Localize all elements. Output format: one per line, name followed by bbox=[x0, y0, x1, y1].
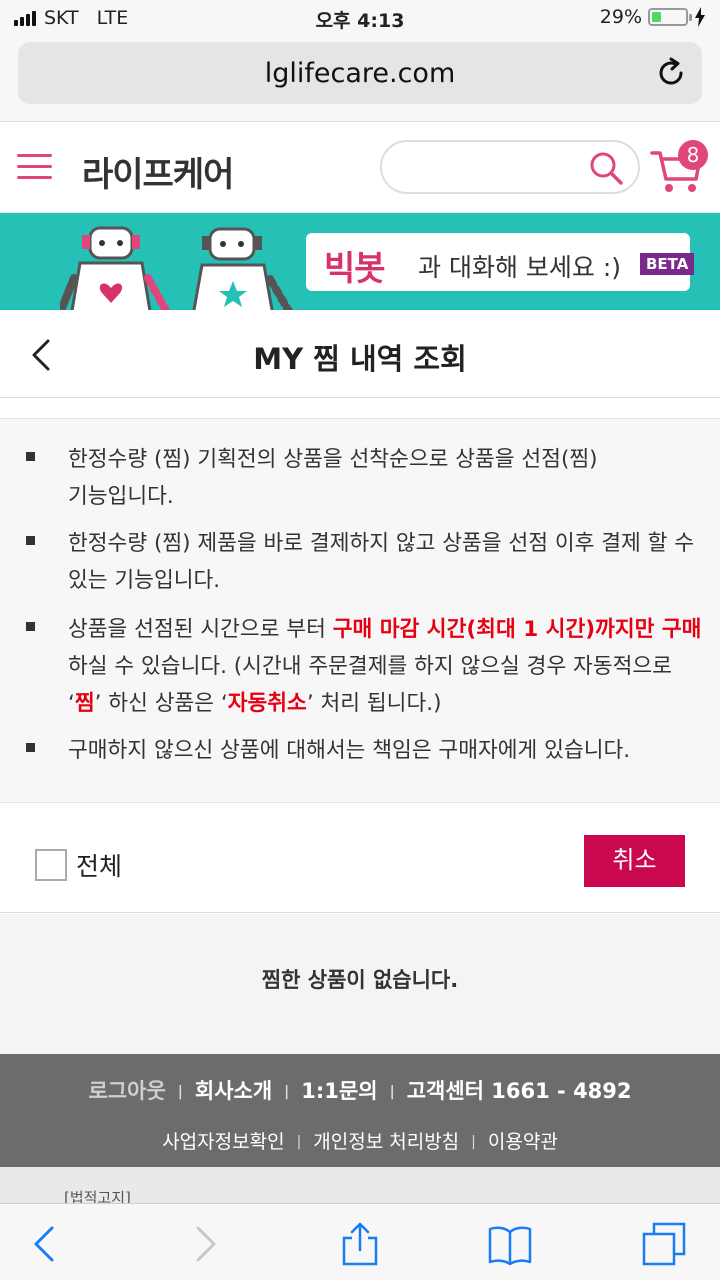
share-icon[interactable] bbox=[336, 1222, 384, 1266]
notice-item: 한정수량 (찜) 기획전의 상품을 선착순으로 상품을 선점(찜) 기능입니다. bbox=[26, 441, 706, 515]
tabs-icon[interactable] bbox=[640, 1222, 688, 1266]
notice-text: 상품을 선점된 시간으로 부터 구매 마감 시간(최대 1 시간)까지만 구매 … bbox=[68, 611, 706, 722]
highlight-auto-cancel: 자동취소 bbox=[227, 691, 307, 716]
status-right: 29% bbox=[600, 6, 706, 28]
notice-text-part: 상품을 선점된 시간으로 부터 bbox=[68, 617, 333, 642]
privacy-link[interactable]: 개인정보 처리방침 bbox=[313, 1131, 459, 1153]
footer-links-primary: 로그아웃 | 회사소개 | 1:1문의 | 고객센터 1661 - 4892 bbox=[0, 1075, 720, 1105]
chatbot-bubble[interactable]: 빅봇 과 대화해 보세요 :) BETA bbox=[306, 233, 695, 291]
about-link[interactable]: 회사소개 bbox=[195, 1079, 272, 1103]
inquiry-link[interactable]: 1:1문의 bbox=[301, 1079, 377, 1103]
site-logo[interactable]: 라이프케어 bbox=[82, 147, 234, 196]
reload-icon[interactable] bbox=[654, 56, 688, 90]
highlight-jjim: 찜 bbox=[74, 691, 95, 716]
browser-toolbar bbox=[0, 1203, 720, 1280]
page-title-bar: MY 찜 내역 조회 bbox=[0, 310, 720, 398]
bullet-icon bbox=[26, 622, 35, 631]
customer-center-link[interactable]: 고객센터 1661 - 4892 bbox=[407, 1079, 632, 1103]
chatbot-name: 빅봇 bbox=[324, 249, 386, 289]
browser-address-area: lglifecare.com bbox=[0, 38, 720, 122]
notice-item: 상품을 선점된 시간으로 부터 구매 마감 시간(최대 1 시간)까지만 구매 … bbox=[26, 611, 706, 722]
bookmarks-icon[interactable] bbox=[486, 1222, 534, 1266]
page-title: MY 찜 내역 조회 bbox=[253, 342, 467, 376]
menu-icon[interactable] bbox=[17, 154, 52, 180]
notice-text: 한정수량 (찜) 기획전의 상품을 선착순으로 상품을 선점(찜) 기능입니다. bbox=[68, 447, 598, 509]
logout-link[interactable]: 로그아웃 bbox=[88, 1079, 165, 1103]
chatbot-banner[interactable]: 빅봇 과 대화해 보세요 :) BETA bbox=[0, 213, 720, 310]
cancel-button[interactable]: 취소 bbox=[584, 835, 685, 887]
notice-text-part: ’ 하신 상품은 ‘ bbox=[94, 691, 228, 716]
search-icon[interactable] bbox=[588, 150, 624, 186]
charging-icon bbox=[695, 7, 705, 27]
robot-star-icon bbox=[192, 227, 293, 310]
legal-notice: [법적고지] bbox=[0, 1167, 720, 1207]
notice-item: 구매하지 않으신 상품에 대해서는 책임은 구매자에게 있습니다. bbox=[26, 732, 706, 769]
url-text[interactable]: lglifecare.com bbox=[18, 58, 702, 89]
site-footer: 로그아웃 | 회사소개 | 1:1문의 | 고객센터 1661 - 4892 사업자정보확인… bbox=[0, 1054, 720, 1167]
terms-link[interactable]: 이용약관 bbox=[488, 1131, 558, 1153]
empty-state: 찜한 상품이 없습니다. bbox=[0, 914, 720, 1054]
status-bar: SKT LTE 오후 4:13 29% bbox=[0, 0, 720, 38]
highlight-deadline: 구매 마감 시간(최대 1 시간)까지만 구매 bbox=[332, 617, 702, 642]
biz-info-link[interactable]: 사업자정보확인 bbox=[162, 1131, 284, 1153]
battery-percent: 29% bbox=[599, 6, 642, 28]
forward-icon[interactable] bbox=[180, 1222, 228, 1266]
address-bar[interactable]: lglifecare.com bbox=[18, 42, 702, 104]
select-row: 전체 취소 bbox=[0, 803, 720, 913]
notice-text-part: ’ 처리 됩니다.) bbox=[306, 691, 442, 716]
bullet-icon bbox=[26, 452, 35, 461]
bullet-icon bbox=[26, 743, 35, 752]
back-icon[interactable] bbox=[22, 1222, 70, 1266]
beta-badge: BETA bbox=[640, 253, 695, 275]
notice-box: 한정수량 (찜) 기획전의 상품을 선착순으로 상품을 선점(찜) 기능입니다.… bbox=[0, 418, 720, 803]
notice-text: 구매하지 않으신 상품에 대해서는 책임은 구매자에게 있습니다. bbox=[68, 738, 631, 763]
robot-heart-icon bbox=[60, 226, 171, 310]
bullet-icon bbox=[26, 536, 35, 545]
footer-separator: | bbox=[389, 1084, 395, 1100]
footer-links-secondary: 사업자정보확인 | 개인정보 처리방침 | 이용약관 bbox=[0, 1127, 720, 1154]
footer-separator: | bbox=[177, 1084, 183, 1100]
site-header: 라이프케어 bbox=[0, 123, 720, 213]
chatbot-text: 과 대화해 보세요 :) bbox=[418, 253, 622, 282]
footer-separator: | bbox=[471, 1134, 476, 1150]
search-input[interactable] bbox=[380, 140, 640, 194]
battery-icon bbox=[648, 8, 692, 26]
notice-item: 한정수량 (찜) 제품을 바로 결제하지 않고 상품을 선점 이후 결제 할 수… bbox=[26, 525, 706, 599]
footer-separator: | bbox=[296, 1134, 302, 1150]
select-all-label[interactable]: 전체 bbox=[76, 847, 122, 883]
cart-count-badge: 8 bbox=[678, 140, 708, 170]
empty-message: 찜한 상품이 없습니다. bbox=[261, 968, 459, 992]
notice-text: 한정수량 (찜) 제품을 바로 결제하지 않고 상품을 선점 이후 결제 할 수… bbox=[68, 531, 695, 593]
select-all-checkbox[interactable] bbox=[35, 849, 67, 881]
footer-separator: | bbox=[284, 1084, 290, 1100]
